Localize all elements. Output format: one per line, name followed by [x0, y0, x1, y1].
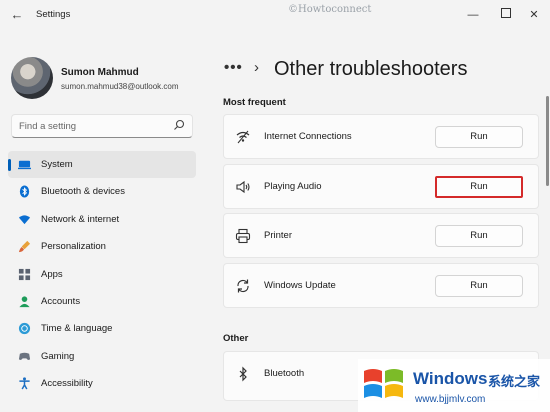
sidebar-item-label: Gaming	[41, 350, 75, 362]
sidebar-item-label: System	[41, 159, 73, 170]
troubleshooter-internet-connections: Internet Connections Run	[223, 114, 539, 159]
sidebar-item-accounts[interactable]: Accounts	[8, 288, 196, 315]
bluetooth-icon	[19, 185, 30, 198]
laptop-icon	[18, 160, 31, 170]
sidebar-item-time-language[interactable]: Time & language	[8, 315, 196, 342]
troubleshooter-label: Internet Connections	[264, 131, 352, 142]
search-input[interactable]	[19, 119, 169, 133]
minimize-icon[interactable]: —	[465, 7, 481, 23]
sidebar-item-apps[interactable]: Apps	[8, 261, 196, 288]
sidebar-item-personalization[interactable]: Personalization	[8, 233, 196, 260]
run-button[interactable]: Run	[435, 275, 523, 297]
sidebar-item-label: Bluetooth & devices	[41, 186, 125, 198]
watermark-url: www.bjjmlv.com	[415, 394, 486, 405]
breadcrumb-more-button[interactable]: •••	[224, 59, 243, 76]
sidebar-item-network[interactable]: Network & internet	[8, 206, 196, 233]
scrollbar[interactable]	[546, 96, 549, 186]
sidebar-item-bluetooth[interactable]: Bluetooth & devices	[8, 178, 196, 205]
troubleshooter-label: Printer	[264, 230, 292, 241]
section-title-other: Other	[223, 333, 249, 344]
sidebar-item-label: Network & internet	[41, 213, 120, 225]
printer-icon	[235, 228, 251, 244]
user-name: Sumon Mahmud	[61, 67, 139, 78]
brush-icon	[18, 241, 31, 253]
globe-icon	[18, 323, 31, 335]
app-title: Settings	[36, 9, 71, 20]
back-arrow-icon[interactable]: ←	[8, 6, 26, 24]
sidebar-item-label: Accounts	[41, 295, 81, 307]
speaker-icon	[236, 180, 250, 194]
search-icon[interactable]	[173, 119, 185, 131]
windows-logo-icon	[364, 369, 403, 398]
page-title: Other troubleshooters	[274, 58, 468, 80]
apps-icon	[18, 268, 31, 280]
section-title-most-frequent: Most frequent	[223, 97, 286, 108]
bluetooth-icon	[239, 366, 247, 382]
troubleshooter-label: Windows Update	[264, 280, 336, 291]
wifi-icon	[236, 130, 250, 144]
sidebar-item-accessibility[interactable]: Accessibility	[8, 370, 196, 397]
run-button[interactable]: Run	[435, 176, 523, 198]
troubleshooter-windows-update: Windows Update Run	[223, 263, 539, 308]
run-button[interactable]: Run	[435, 225, 523, 247]
sidebar-item-label: Apps	[41, 268, 63, 280]
troubleshooter-playing-audio: Playing Audio Run	[223, 164, 539, 209]
title-bar: ← Settings ©Howtoconnect — ✕	[0, 0, 550, 30]
watermark-text: ©Howtoconnect	[288, 4, 372, 15]
troubleshooter-printer: Printer Run	[223, 213, 539, 258]
person-icon	[19, 296, 30, 308]
sidebar-item-label: Personalization	[41, 241, 106, 253]
sidebar-item-system[interactable]: System	[8, 151, 196, 179]
close-icon[interactable]: ✕	[526, 7, 542, 23]
sidebar-nav: System Bluetooth & devices Network & int…	[8, 151, 196, 398]
watermark-logo: Windows 系统之家 www.bjjmlv.com	[358, 359, 550, 412]
avatar[interactable]	[11, 57, 53, 99]
sidebar-item-gaming[interactable]: Gaming	[8, 343, 196, 370]
troubleshooter-label: Playing Audio	[264, 181, 322, 192]
watermark-subtitle: 系统之家	[488, 374, 541, 389]
gamepad-icon	[18, 352, 31, 360]
breadcrumb-separator: ›	[254, 59, 259, 76]
sync-icon	[237, 279, 249, 293]
run-button[interactable]: Run	[435, 126, 523, 148]
wifi-icon	[18, 215, 31, 224]
sidebar-item-label: Accessibility	[41, 378, 93, 390]
user-email: sumon.mahmud38@outlook.com	[61, 82, 179, 91]
search-box[interactable]	[11, 114, 193, 138]
settings-window: ← Settings ©Howtoconnect — ✕ Sumon Mahmu…	[0, 0, 550, 412]
watermark-title: Windows	[413, 369, 488, 388]
maximize-icon[interactable]	[498, 7, 514, 23]
troubleshooter-label: Bluetooth	[264, 368, 305, 379]
accessibility-icon	[19, 377, 30, 390]
sidebar-item-label: Time & language	[41, 323, 113, 335]
